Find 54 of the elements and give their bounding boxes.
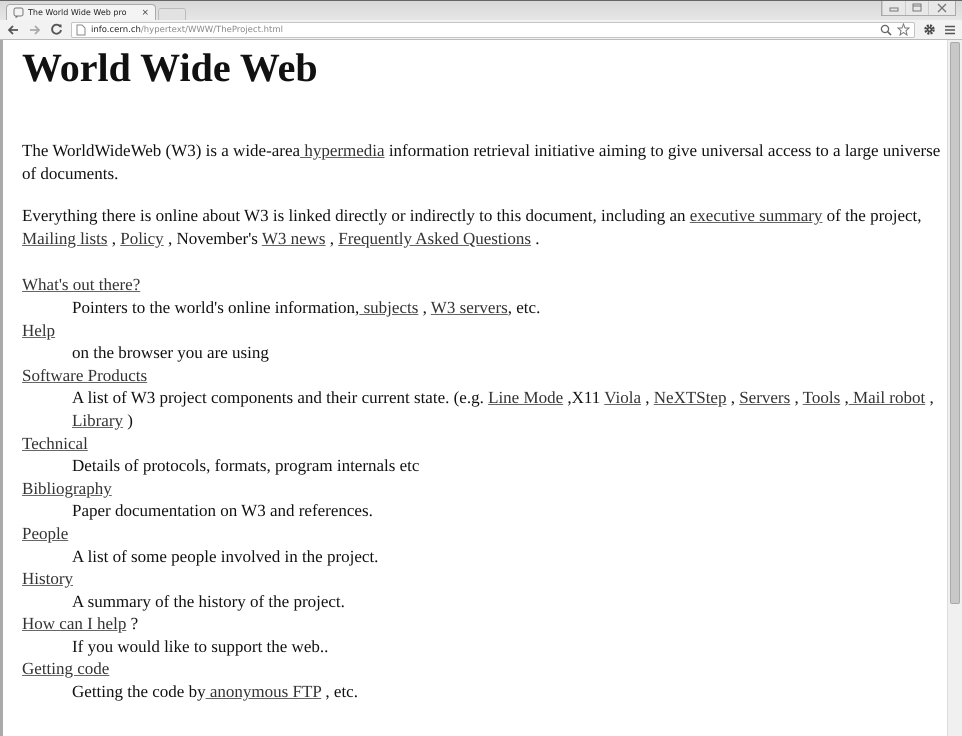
paragraph: The WorldWideWeb (W3) is a wide-area hypermedia information retrieval initiative aiming to give universal access to a large universe of documents. [22, 140, 942, 185]
link[interactable]: Tools [802, 388, 840, 408]
star-icon[interactable] [897, 23, 910, 36]
link[interactable]: NeXTStep [654, 388, 726, 408]
scrollbar[interactable] [947, 40, 962, 736]
link[interactable]: W3 news [262, 228, 326, 248]
link[interactable]: People [22, 524, 68, 543]
page-icon [13, 7, 24, 18]
link[interactable]: Mail robot [848, 388, 926, 408]
topic-title: How can I help ? [22, 613, 140, 636]
url-text: info.cern.ch/hypertext/WWW/TheProject.html [91, 24, 283, 34]
link[interactable]: History [22, 569, 73, 588]
topic-description: Pointers to the world's online information, subjects , W3 servers, etc. [72, 296, 542, 319]
topic-description: Details of protocols, formats, program internals etc [72, 455, 420, 478]
link[interactable]: W3 servers [430, 298, 508, 317]
scrollbar-thumb[interactable] [950, 42, 960, 604]
topic-description: A summary of the history of the project. [72, 590, 346, 613]
tab-title: The World Wide Web pro [28, 8, 126, 17]
link[interactable]: Frequently Asked Questions [338, 228, 531, 248]
link[interactable]: Servers [739, 388, 790, 408]
link[interactable]: Line Mode [488, 388, 564, 408]
link[interactable]: Bibliography [22, 478, 112, 498]
link[interactable]: How can I help [22, 614, 126, 634]
link[interactable]: Getting code [22, 659, 110, 678]
forward-icon[interactable] [28, 24, 42, 36]
link[interactable]: Policy [120, 228, 164, 248]
link[interactable]: Viola [604, 388, 641, 408]
link[interactable]: What's out there? [22, 275, 140, 294]
paragraph: Everything there is online about W3 is linked directly or indirectly to this document, including an executive summary of the project, Mailing lists , Policy , November's W3 news , Frequently Asked Questions . [22, 205, 923, 250]
link[interactable]: hypermedia [300, 141, 385, 160]
link[interactable]: Technical [22, 434, 88, 453]
topic-description: Paper documentation on W3 and references. [72, 500, 374, 522]
link[interactable]: executive summary [690, 206, 822, 226]
topic-description: Getting the code by anonymous FTP , etc. [72, 681, 359, 704]
back-icon[interactable] [6, 24, 20, 36]
topic-description: on the browser you are using [72, 342, 270, 364]
topic-description: A list of some people involved in the project. [72, 546, 380, 568]
link[interactable]: anonymous FTP [206, 682, 322, 702]
address-bar[interactable]: info.cern.ch/hypertext/WWW/TheProject.html [71, 22, 915, 38]
page-heading: World Wide Web [22, 48, 319, 88]
link[interactable]: Help [22, 320, 56, 340]
menu-icon[interactable] [944, 24, 956, 36]
link[interactable]: subjects [359, 298, 418, 317]
link[interactable]: Software Products [22, 366, 148, 385]
page-icon [76, 24, 86, 36]
link[interactable]: Mailing lists [22, 228, 108, 248]
tab-close-button[interactable]: × [141, 8, 149, 18]
topic-description: A list of W3 project components and their current state. (e.g. Line Mode ,X11 Viola , NeXTStep , Servers , Tools , Mail robot , Library ) [72, 387, 935, 432]
link[interactable]: Library [72, 410, 123, 430]
zoom-icon[interactable] [880, 24, 892, 36]
browser-tab[interactable]: The World Wide Web pro × [6, 4, 156, 20]
reload-icon[interactable] [50, 23, 63, 36]
topic-description: If you would like to support the web.. [72, 636, 330, 658]
settings-icon[interactable] [923, 23, 936, 36]
